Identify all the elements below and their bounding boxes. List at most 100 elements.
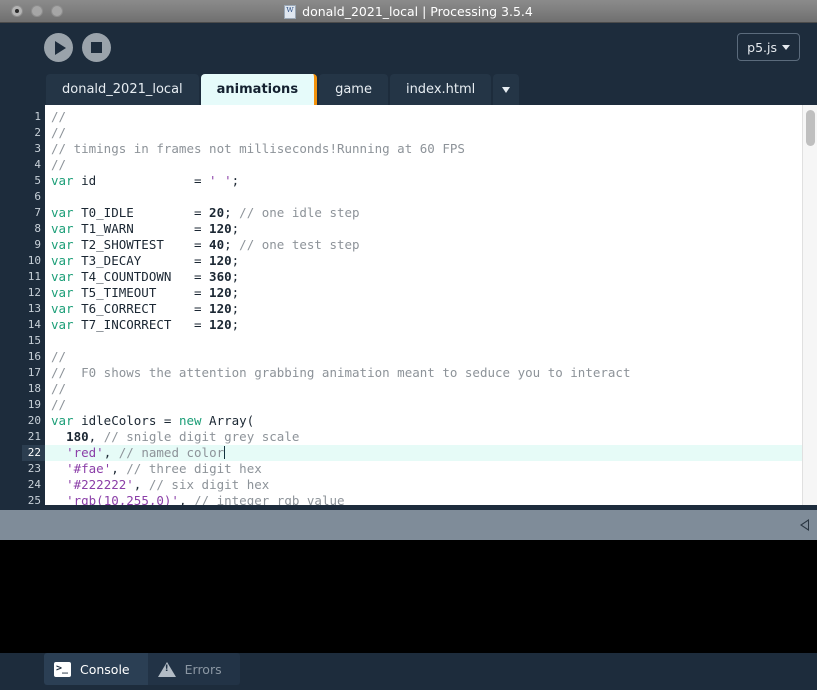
code-line[interactable]: // [45,381,817,397]
zoom-button[interactable] [51,5,63,17]
code-editor[interactable]: 1 2 3 4 5 6 7 8 9 10 11 12 13 14 15 16 17 18 19 20 21 22 23 24 2… [22,105,817,505]
line-number: 14 [27,318,41,331]
code-line[interactable]: // [45,157,817,173]
code-line[interactable]: var T3_DECAY = 120; [45,253,817,269]
code-token-kw: var [51,221,74,236]
code-line[interactable]: var T2_SHOWTEST = 40; // one test step [45,237,817,253]
file-tab-game[interactable]: game [319,74,388,105]
code-token-pl: ; [231,317,240,332]
minimize-button[interactable] [31,5,43,17]
code-area[interactable]: ////// timings in frames not millisecond… [45,105,817,505]
tab-console-label: Console [80,661,130,677]
line-number: 6 [34,190,41,203]
code-token-cmt: // timings in frames not milliseconds!Ru… [51,141,465,156]
run-button[interactable] [44,33,73,62]
file-tab-animations[interactable]: animations [200,74,318,105]
code-token-kw: var [51,301,74,316]
code-line[interactable]: 'rgb(10,255,0)', // integer rgb value [45,493,817,505]
code-line[interactable]: '#222222', // six digit hex [45,477,817,493]
triangle-left-icon[interactable] [800,519,809,531]
window-title-group: donald_2021_local | Processing 3.5.4 [0,0,817,23]
line-number: 12 [27,286,41,299]
code-token-kw: var [51,173,74,188]
code-line[interactable]: 'red', // named color [45,445,817,461]
code-token-pl: T1_WARN = [73,221,210,236]
code-line[interactable]: // [45,109,817,125]
file-tab-overflow-menu[interactable] [493,74,520,105]
code-token-num: 120 [209,285,232,300]
line-number: 23 [27,462,41,475]
code-token-num: 360 [209,269,232,284]
stop-button[interactable] [82,33,111,62]
line-number: 13 [27,302,41,315]
run-controls [44,33,111,62]
code-line[interactable] [45,333,817,349]
code-line[interactable]: var T4_COUNTDOWN = 360; [45,269,817,285]
code-line[interactable] [45,189,817,205]
line-number: 2 [34,126,41,139]
code-token-pl: id = [73,173,210,188]
code-token-kw: new [178,413,202,428]
close-button[interactable] [11,5,23,17]
code-token-pl: T0_IDLE = [73,205,210,220]
line-number: 16 [27,350,41,363]
code-token-pl: , [178,493,195,505]
code-token-pl: T4_COUNTDOWN = [73,269,210,284]
code-token-cmt: // [51,125,67,140]
code-token-pl: , [133,477,149,492]
code-token-pl: T2_SHOWTEST = [73,237,210,252]
code-line[interactable]: // [45,397,817,413]
code-token-pl: , [88,429,104,444]
warning-triangle-icon [157,661,176,677]
bottom-status-bar: Console Errors [0,653,817,690]
line-number: 9 [34,238,41,251]
code-token-pl: idleColors = [73,413,179,428]
vertical-scrollbar-thumb[interactable] [806,110,815,146]
file-tab-donald-2021-local[interactable]: donald_2021_local [46,74,199,105]
line-number: 10 [27,254,41,267]
code-token-cmt: // [51,349,67,364]
code-line[interactable]: var T6_CORRECT = 120; [45,301,817,317]
code-token-pl: T5_TIMEOUT = [73,285,210,300]
code-token-kw: var [51,317,74,332]
code-line[interactable]: // [45,349,817,365]
code-line[interactable]: var idleColors = new Array( [45,413,817,429]
window-title: donald_2021_local | Processing 3.5.4 [302,4,533,19]
line-number: 15 [27,334,41,347]
code-token-str: 'rgb(10,255,0)' [66,493,179,505]
code-token-pl: ; [224,205,240,220]
code-token-cmt: // snigle digit grey scale [103,429,300,444]
code-token-cmt: // one test step [239,237,360,252]
code-token-pl: , [111,461,127,476]
mode-selector-label: p5.js [747,39,777,55]
mode-selector[interactable]: p5.js [737,33,800,61]
code-token-cmt: // [51,381,67,396]
code-line[interactable]: '#fae', // three digit hex [45,461,817,477]
file-tab-label: index.html [405,82,476,97]
tab-console[interactable]: Console [44,653,148,685]
vertical-scrollbar[interactable] [802,105,817,505]
code-line[interactable]: var T7_INCORRECT = 120; [45,317,817,333]
play-icon [54,40,66,55]
code-token-kw: var [51,253,74,268]
file-tab-index-html[interactable]: index.html [389,74,492,105]
code-line[interactable]: var id = ' '; [45,173,817,189]
code-token-str: '#222222' [66,477,134,492]
code-line[interactable]: var T1_WARN = 120; [45,221,817,237]
code-token-num: 120 [209,221,232,236]
code-line[interactable]: var T0_IDLE = 20; // one idle step [45,205,817,221]
code-line[interactable]: 180, // snigle digit grey scale [45,429,817,445]
code-token-pl: ; [231,269,240,284]
code-token-pl: , [103,445,119,460]
code-line[interactable]: // [45,125,817,141]
tab-errors[interactable]: Errors [147,653,240,685]
code-line[interactable]: // F0 shows the attention grabbing anima… [45,365,817,381]
code-line[interactable]: var T5_TIMEOUT = 120; [45,285,817,301]
code-token-cmt: // F0 shows the attention grabbing anima… [51,365,631,380]
panel-divider[interactable] [0,510,817,540]
code-line[interactable]: // timings in frames not milliseconds!Ru… [45,141,817,157]
chevron-down-icon [502,86,511,93]
